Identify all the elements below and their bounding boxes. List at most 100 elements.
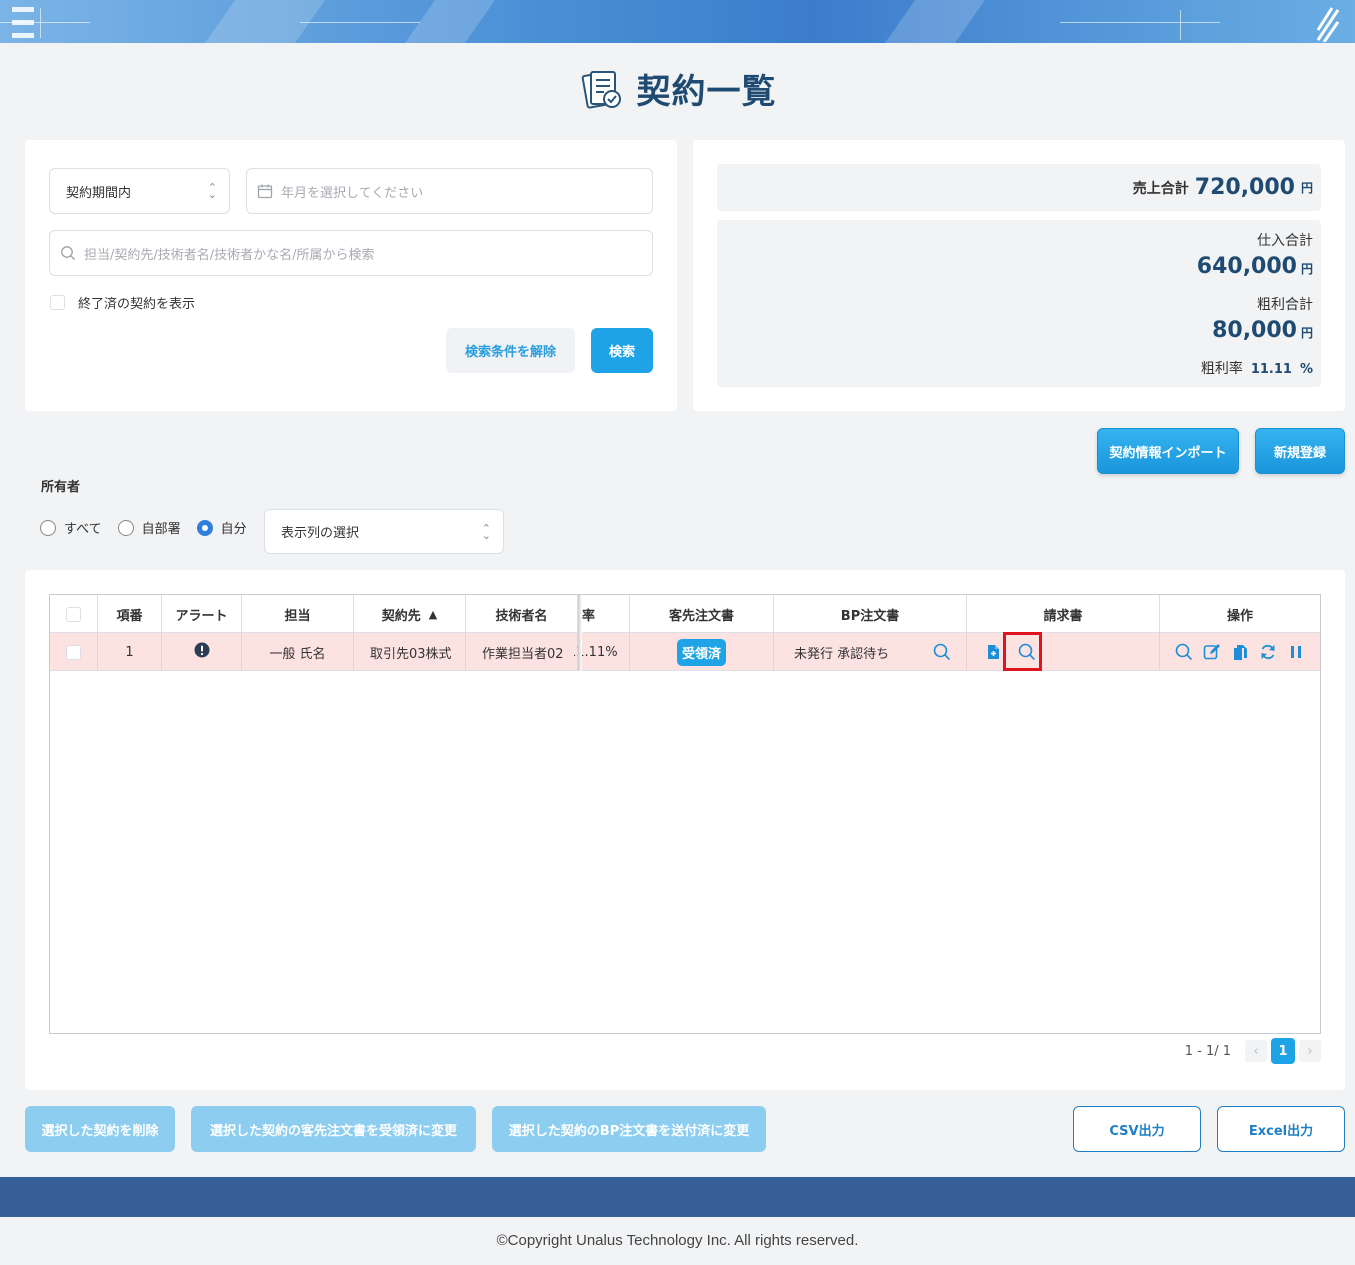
mark-client-order-received-button[interactable]: 選択した契約の客先注文書を受領済に変更: [191, 1106, 476, 1152]
footer-copyright: ©Copyright Unalus Technology Inc. All ri…: [496, 1232, 859, 1249]
row-rate-cell: 11.11%: [574, 633, 630, 671]
menu-icon[interactable]: [12, 3, 34, 43]
bp-order-status: 未発行 承認待ち: [794, 646, 890, 662]
select-all-checkbox[interactable]: [66, 606, 81, 622]
profit-total-unit: 円: [1300, 326, 1313, 340]
client-order-status-badge[interactable]: 受領済: [676, 638, 726, 666]
sales-total-label: 売上合計: [1132, 180, 1189, 197]
sales-total-box: 売上合計 720,000 円: [717, 164, 1321, 211]
show-finished-option[interactable]: 終了済の契約を表示: [50, 293, 195, 312]
footer-band: [0, 1177, 1355, 1217]
row-bp-order-cell: 未発行 承認待ち: [774, 633, 967, 671]
header-engineer[interactable]: 技術者名: [466, 595, 578, 633]
mark-bp-order-sent-button[interactable]: 選択した契約のBP注文書を送付済に変更: [492, 1106, 766, 1152]
page-title-text: 契約一覧: [636, 72, 777, 112]
next-page-icon[interactable]: ›: [1299, 1040, 1321, 1062]
csv-export-button[interactable]: CSV出力: [1073, 1106, 1201, 1152]
owner-radio-all[interactable]: [40, 519, 56, 536]
profit-total-label: 粗利合計: [1257, 297, 1313, 313]
header-operation: 操作: [1226, 608, 1253, 624]
row-alert-cell: [162, 633, 242, 671]
page-current[interactable]: 1: [1271, 1038, 1295, 1064]
contract-document-icon: [581, 70, 621, 109]
contracts-table: 項番 アラート 担当 契約先 ▲ 技術者名 率 客先注文書 BP注文書 請求書 操…: [49, 594, 1321, 1034]
owner-radio-department[interactable]: [117, 519, 134, 536]
row-person: 一般 氏名: [242, 633, 354, 671]
row-client-order-cell: 受領済: [630, 633, 774, 671]
show-finished-label: 終了済の契約を表示: [78, 297, 196, 312]
header-person[interactable]: 担当: [242, 595, 354, 633]
delete-selected-button[interactable]: 選択した契約を削除: [25, 1106, 175, 1152]
pause-icon[interactable]: [1286, 642, 1306, 662]
owner-label: 所有者: [41, 480, 81, 495]
calendar-icon: [257, 184, 273, 199]
owner-radio-self[interactable]: [196, 519, 213, 536]
header-invoice: 請求書: [967, 595, 1160, 633]
page-title: 契約一覧: [0, 64, 1355, 114]
frozen-column-shadow: [578, 595, 582, 671]
row-engineer: 作業担当者02: [466, 633, 578, 671]
purchase-total: 640,000 円: [1197, 254, 1313, 279]
profit-rate-unit: %: [1299, 362, 1313, 377]
month-picker-placeholder: 年月を選択してください: [281, 185, 424, 201]
import-contracts-button[interactable]: 契約情報インポート: [1097, 428, 1239, 474]
invoice-create-icon[interactable]: [983, 642, 1003, 662]
prev-page-icon[interactable]: ‹: [1245, 1040, 1267, 1062]
sort-ascending-icon[interactable]: ▲: [429, 608, 437, 621]
clear-conditions-button[interactable]: 検索条件を解除: [446, 328, 575, 373]
profit-rate: 粗利率 11.11 %: [1201, 358, 1313, 378]
table-header: 項番 アラート 担当 契約先 ▲ 技術者名 率 客先注文書 BP注文書 請求書 操…: [50, 595, 1320, 671]
owner-option-self-label: 自分: [220, 522, 247, 537]
row-select-cell[interactable]: [50, 633, 98, 671]
updown-chevron-icon: ⌃ ⌄: [207, 181, 217, 201]
keyword-search-input[interactable]: 担当/契約先/技術者名/技術者かな名/所属から検索: [49, 230, 653, 276]
header-alert: アラート: [162, 595, 242, 633]
columns-select[interactable]: 表示列の選択 ⌃ ⌄: [264, 509, 504, 554]
owner-option-all[interactable]: すべて: [40, 518, 102, 537]
excel-export-button[interactable]: Excel出力: [1217, 1106, 1345, 1152]
summary-panel: 売上合計 720,000 円 仕入合計 640,000 円 粗利合計 80,00…: [693, 140, 1345, 411]
bp-order-view-icon[interactable]: [932, 642, 952, 662]
view-detail-icon[interactable]: [1174, 642, 1194, 662]
purchase-total-label: 仕入合計: [1257, 233, 1313, 249]
header-bp-order: BP注文書: [774, 595, 967, 633]
sales-total-unit: 円: [1300, 181, 1313, 195]
copy-icon[interactable]: [1230, 642, 1250, 662]
sales-total-value: 720,000: [1194, 175, 1295, 200]
search-icon: [61, 246, 75, 260]
new-contract-button[interactable]: 新規登録: [1255, 428, 1345, 474]
row-checkbox[interactable]: [66, 644, 81, 660]
header-select-all[interactable]: [50, 595, 98, 633]
search-panel: 契約期間内 ⌃ ⌄ 年月を選択してください 担当/契約先/技術者名/技術者かな名/…: [25, 140, 677, 411]
profit-rate-value: 11.11: [1250, 362, 1292, 377]
row-operation-cell: [1160, 633, 1320, 671]
header-client-label: 契約先: [381, 608, 421, 624]
table-row[interactable]: 1 一般 氏名 取引先03株式 作業担当者02 11.11% 受領済 未発行 承…: [50, 633, 1320, 671]
profit-total-value: 80,000: [1212, 318, 1297, 343]
renew-icon[interactable]: [1258, 642, 1278, 662]
owner-option-department[interactable]: 自部署: [117, 518, 181, 537]
purchase-total-value: 640,000: [1196, 254, 1297, 279]
header-client[interactable]: 契約先 ▲: [354, 595, 466, 633]
search-button[interactable]: 検索: [591, 328, 653, 373]
profit-total: 80,000 円: [1212, 318, 1313, 343]
alert-exclamation-icon[interactable]: [194, 642, 210, 658]
owner-option-department-label: 自部署: [141, 522, 181, 537]
show-finished-checkbox[interactable]: [50, 295, 65, 310]
slash-decoration-icon: [1316, 7, 1340, 42]
period-select[interactable]: 契約期間内 ⌃ ⌄: [49, 168, 230, 214]
edit-icon[interactable]: [1202, 642, 1222, 662]
profit-summary-box: 仕入合計 640,000 円 粗利合計 80,000 円 粗利率 11.11 %: [717, 220, 1321, 387]
header-no: 項番: [98, 595, 162, 633]
highlight-box: [1003, 632, 1042, 671]
owner-option-self[interactable]: 自分: [196, 518, 247, 537]
purchase-total-unit: 円: [1300, 262, 1313, 276]
profit-rate-label: 粗利率: [1200, 361, 1243, 377]
row-invoice-cell: [967, 633, 1160, 671]
header-banner: [0, 0, 1355, 43]
month-picker[interactable]: 年月を選択してください: [246, 168, 653, 214]
contracts-table-panel: 項番 アラート 担当 契約先 ▲ 技術者名 率 客先注文書 BP注文書 請求書 操…: [25, 570, 1345, 1090]
period-select-value: 契約期間内: [66, 185, 132, 201]
row-client: 取引先03株式: [354, 633, 466, 671]
header-client-order: 客先注文書: [630, 595, 774, 633]
